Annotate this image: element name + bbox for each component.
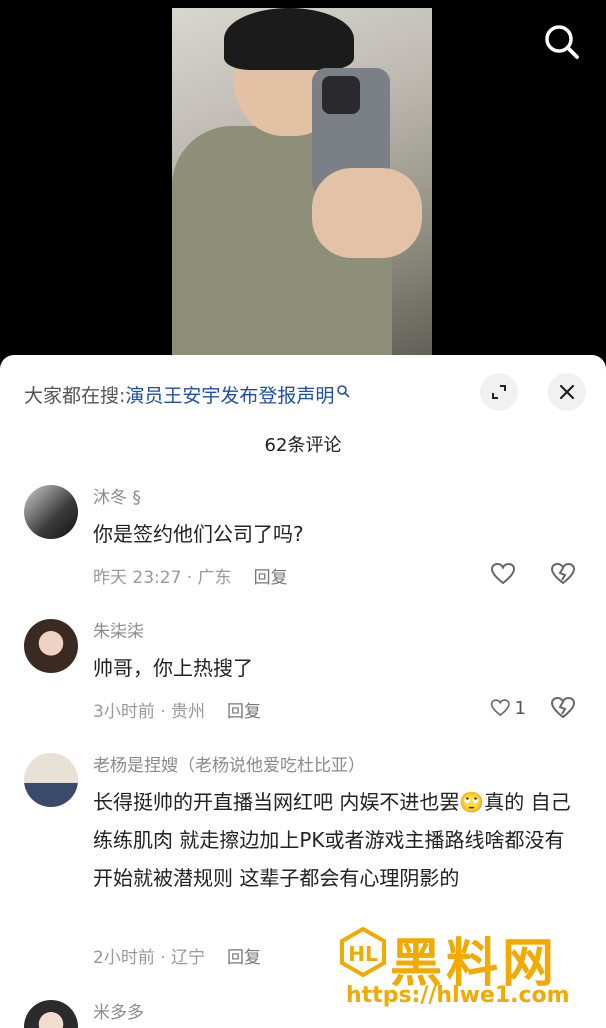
person-hair bbox=[224, 8, 354, 70]
hand-illustration bbox=[312, 168, 422, 258]
watermark-url: https://hlwe1.com bbox=[346, 983, 570, 1008]
expand-icon bbox=[492, 385, 506, 399]
comment-meta: 3小时前 · 贵州 回复 bbox=[93, 697, 261, 722]
avatar[interactable] bbox=[24, 619, 78, 673]
dislike-button[interactable] bbox=[550, 693, 586, 723]
comment-meta: 昨天 23:27 · 广东 回复 bbox=[93, 563, 288, 588]
search-button[interactable] bbox=[540, 22, 584, 62]
heart-icon bbox=[490, 562, 516, 585]
comment-author[interactable]: 米多多 bbox=[93, 998, 144, 1023]
search-icon bbox=[545, 25, 579, 59]
video-frame bbox=[172, 8, 432, 370]
svg-text:HL: HL bbox=[348, 942, 378, 966]
phone-camera bbox=[322, 76, 360, 114]
dislike-button[interactable] bbox=[550, 559, 586, 589]
close-icon bbox=[559, 384, 575, 400]
heart-icon bbox=[490, 699, 510, 717]
comment-time-location: 昨天 23:27 · 广东 bbox=[93, 568, 232, 588]
reply-button[interactable]: 回复 bbox=[227, 948, 261, 968]
search-small-icon bbox=[336, 381, 350, 403]
avatar[interactable] bbox=[24, 485, 78, 539]
comment-author[interactable]: 老杨是捏嫂（老杨说他爱吃杜比亚） bbox=[93, 751, 365, 776]
broken-heart-icon bbox=[550, 696, 576, 719]
comment-time-location: 2小时前 · 辽宁 bbox=[93, 948, 206, 968]
avatar[interactable] bbox=[24, 1000, 78, 1028]
watermark-logo: HL bbox=[340, 927, 386, 977]
comment-author[interactable]: 朱柒柒 bbox=[93, 617, 144, 642]
comments-panel: 大家都在搜:演员王安宇发布登报声明 62条评论 沐冬 § 你是签约他们公司了吗?… bbox=[0, 355, 606, 1028]
comment-text: 帅哥，你上热搜了 bbox=[93, 656, 253, 680]
close-button[interactable] bbox=[548, 373, 586, 411]
like-count: 1 bbox=[514, 697, 526, 719]
broken-heart-icon bbox=[550, 562, 576, 585]
hot-search-link[interactable]: 演员王安宇发布登报声明 bbox=[125, 385, 334, 407]
comment-time-location: 3小时前 · 贵州 bbox=[93, 702, 206, 722]
comment-meta: 2小时前 · 辽宁 回复 bbox=[93, 943, 261, 968]
video-player[interactable] bbox=[0, 0, 606, 370]
hot-search-prefix: 大家都在搜: bbox=[24, 385, 126, 407]
watermark: HL 黑料网 https://hlwe1.com bbox=[338, 925, 598, 1025]
avatar[interactable] bbox=[24, 753, 78, 807]
comments-count: 62条评论 bbox=[264, 435, 342, 456]
like-button[interactable]: 1 bbox=[490, 693, 526, 723]
reply-button[interactable]: 回复 bbox=[254, 568, 288, 588]
comment-text: 长得挺帅的开直播当网红吧 内娱不进也罢🙄真的 自己练练肌肉 就走擦边加上PK或者… bbox=[93, 790, 571, 890]
comment-author[interactable]: 沐冬 § bbox=[93, 483, 141, 508]
comment-text: 你是签约他们公司了吗? bbox=[93, 522, 304, 546]
reply-button[interactable]: 回复 bbox=[227, 702, 261, 722]
hot-search-bar[interactable]: 大家都在搜:演员王安宇发布登报声明 bbox=[24, 381, 350, 408]
like-button[interactable] bbox=[490, 559, 526, 589]
expand-button[interactable] bbox=[480, 373, 518, 411]
